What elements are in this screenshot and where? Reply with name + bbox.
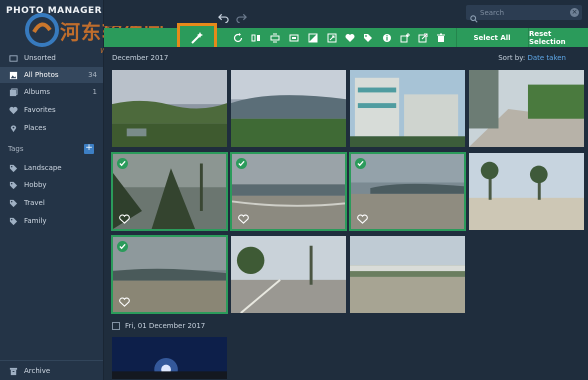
select-all-button[interactable]: Select All [457,28,527,47]
favorite-heart-icon[interactable] [238,214,249,224]
archive-section: Archive [0,360,103,380]
sidebar-item-all-photos[interactable]: All Photos 34 [0,67,103,83]
tag-icon [8,180,18,190]
selected-check-icon[interactable] [236,158,247,169]
photos-icon [8,70,18,80]
inbox-icon [8,53,18,63]
heart-icon[interactable] [344,32,355,43]
photo-thumbnail-selected[interactable] [349,152,466,231]
favorite-heart-icon[interactable] [119,297,130,307]
photo-image [469,153,584,230]
photo-thumbnail-selected[interactable] [111,152,228,231]
photo-thumbnail-selected[interactable] [111,235,228,314]
photo-image [350,70,465,147]
sidebar-item-count: 1 [92,88,97,96]
favorite-heart-icon[interactable] [119,214,130,224]
sidebar-item-unsorted[interactable]: Unsorted [0,50,103,66]
sidebar-item-count: 34 [88,71,97,79]
photo-thumbnail[interactable] [349,69,466,148]
tag-icon [8,216,18,226]
move-icon[interactable] [326,32,337,43]
sidebar-item-archive[interactable]: Archive [0,363,103,379]
undo-icon[interactable] [218,8,229,27]
tag-icon [8,163,18,173]
sidebar-item-label: All Photos [24,71,59,79]
share-icon[interactable] [417,32,428,43]
group-date-december-2017: December 2017 [112,54,169,62]
sidebar: PHOTO MANAGER Unsorted All Photos 34 Alb… [0,0,104,380]
tag-icon [8,198,18,208]
albums-icon [8,87,18,97]
photo-image [112,70,227,147]
sidebar-item-label: Hobby [24,181,47,189]
group-select-checkbox[interactable] [112,322,120,330]
app-title: PHOTO MANAGER [6,6,103,16]
magic-wand-icon [190,30,204,49]
heart-icon [8,105,18,115]
sort-by-label: Sort by: [498,54,528,62]
add-tag-button[interactable]: + [84,144,94,154]
favorite-heart-icon[interactable] [357,214,368,224]
tags-header: Tags + [8,143,98,155]
selected-check-icon[interactable] [355,158,366,169]
photo-image [231,70,346,147]
sidebar-item-label: Landscape [24,164,62,172]
selected-check-icon[interactable] [117,241,128,252]
photo-thumbnail-selected[interactable] [230,152,347,231]
sidebar-item-travel[interactable]: Travel [0,195,103,211]
photo-thumbnail[interactable] [468,69,585,148]
redo-icon[interactable] [236,8,247,27]
clear-search-icon[interactable]: × [570,8,579,17]
delete-icon[interactable] [435,32,446,43]
sidebar-item-label: Unsorted [24,54,56,62]
selected-check-icon[interactable] [117,158,128,169]
sidebar-item-label: Travel [24,199,45,207]
sidebar-item-landscape[interactable]: Landscape [0,160,103,176]
sort-by-value[interactable]: Date taken [527,54,566,62]
sidebar-item-label: Favorites [24,106,56,114]
photo-thumbnail[interactable] [230,235,347,314]
photo-grid-area: December 2017 Sort by: Date taken Fri, 0… [104,47,588,380]
crop-icon[interactable] [288,32,299,43]
tag-icon[interactable] [362,32,373,43]
search-icon [470,8,478,27]
flip-icon[interactable] [250,32,261,43]
sidebar-item-places[interactable]: Places [0,120,103,136]
search-box[interactable]: × [466,5,582,23]
photo-thumbnail[interactable] [111,336,228,380]
sidebar-item-label: Albums [24,88,51,96]
info-icon[interactable] [381,32,392,43]
photo-image [112,337,227,379]
sidebar-item-hobby[interactable]: Hobby [0,177,103,193]
search-input[interactable] [480,8,564,17]
photo-thumbnail[interactable] [230,69,347,148]
sidebar-item-label: Places [24,124,47,132]
photo-thumbnail[interactable] [349,235,466,314]
add-to-album-icon[interactable] [399,32,410,43]
pin-icon [8,123,18,133]
tags-label: Tags [8,145,24,153]
rotate-icon[interactable] [232,32,243,43]
sidebar-item-albums[interactable]: Albums 1 [0,84,103,100]
photo-thumbnail[interactable] [111,69,228,148]
sidebar-item-label: Archive [24,367,51,375]
group-date-fri-01-december-2017: Fri, 01 December 2017 [112,322,205,330]
photo-manager-window: PHOTO MANAGER Unsorted All Photos 34 Alb… [0,0,588,380]
archive-icon [8,366,18,376]
reset-selection-button[interactable]: Reset Selection [529,28,588,47]
photo-image [350,236,465,313]
adjust-icon[interactable] [307,32,318,43]
photo-image [231,236,346,313]
resize-icon[interactable] [269,32,280,43]
sidebar-item-label: Family [24,217,47,225]
photo-image [469,70,584,147]
sidebar-item-family[interactable]: Family [0,213,103,229]
photo-thumbnail[interactable] [468,152,585,231]
sidebar-item-favorites[interactable]: Favorites [0,102,103,118]
sort-by-control[interactable]: Sort by: Date taken [498,54,566,62]
